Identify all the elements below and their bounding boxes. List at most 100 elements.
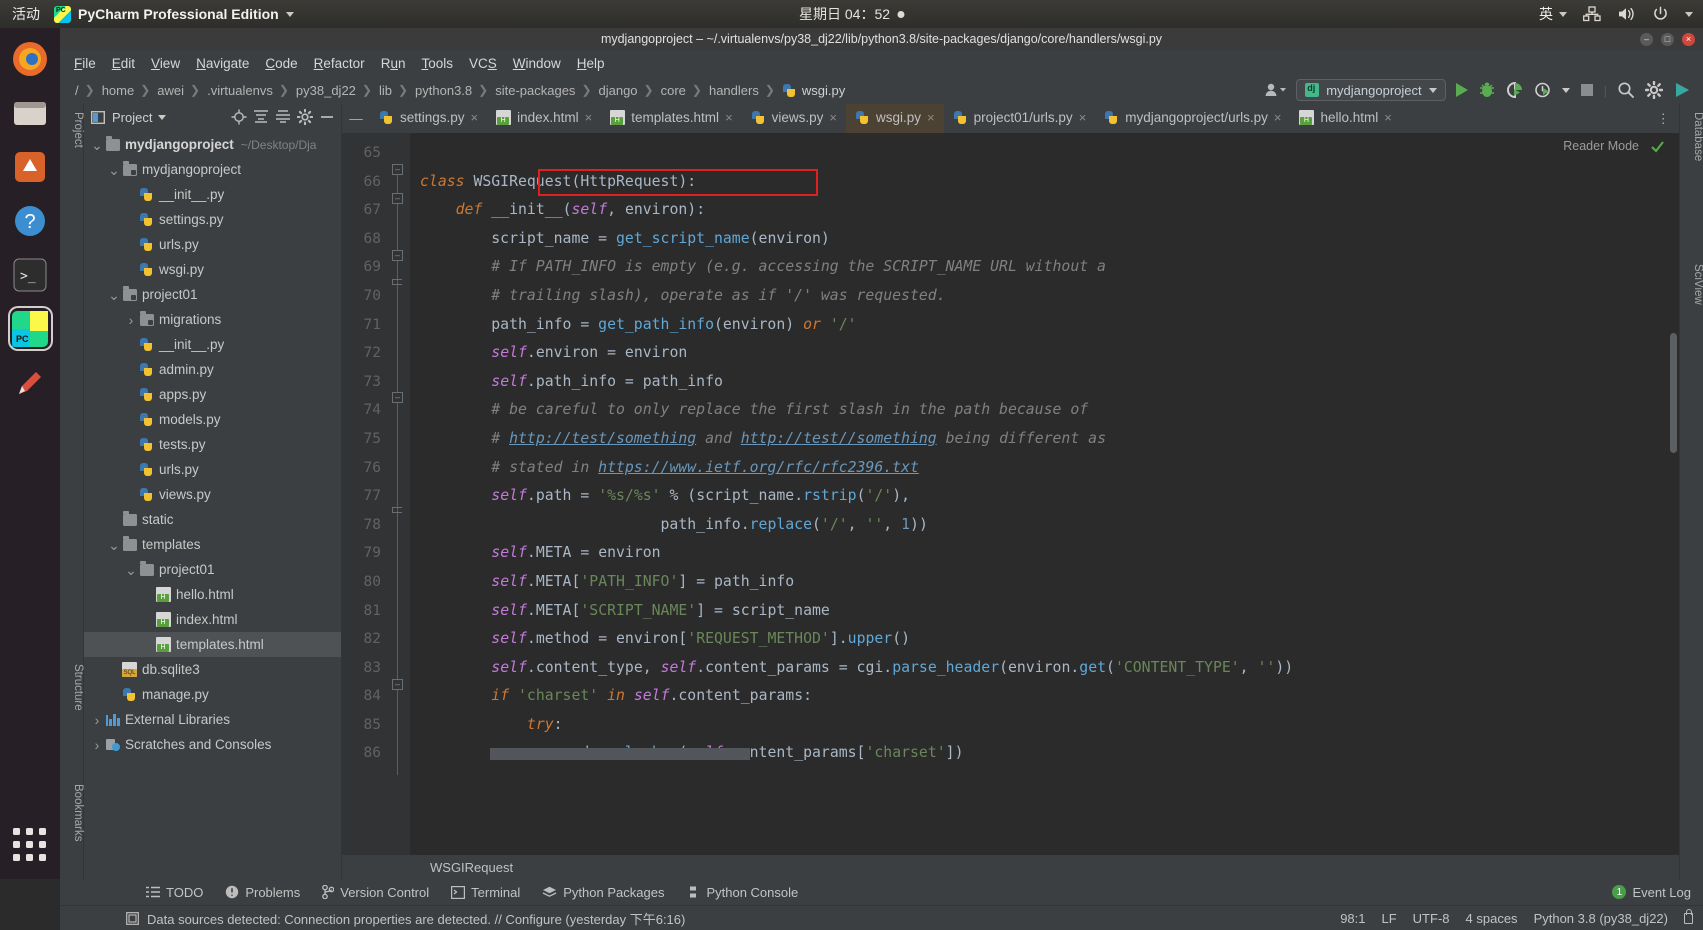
chevron-right-icon[interactable]: ›: [124, 312, 138, 328]
code-line[interactable]: self.META = environ: [410, 539, 1679, 568]
breadcrumb-root[interactable]: / ❯: [72, 83, 99, 98]
close-icon[interactable]: ×: [585, 110, 593, 125]
tree-item-scratches-and-consoles[interactable]: › Scratches and Consoles: [84, 732, 341, 757]
tool-button-python-packages[interactable]: Python Packages: [542, 885, 664, 900]
tree-item-migrations[interactable]: › migrations: [84, 307, 341, 332]
editor-tab-wsgi-py[interactable]: wsgi.py ×: [846, 104, 944, 133]
locate-icon[interactable]: [231, 109, 247, 125]
dock-item-help[interactable]: ?: [8, 198, 53, 243]
editor-tab-settings-py[interactable]: settings.py ×: [370, 104, 487, 133]
tree-item-settings-py[interactable]: settings.py: [84, 207, 341, 232]
line-separator[interactable]: LF: [1382, 911, 1397, 926]
tree-item-external-libraries[interactable]: › External Libraries: [84, 707, 341, 732]
code-line[interactable]: path_info.replace('/', '', 1)): [410, 511, 1679, 540]
search-button[interactable]: [1617, 81, 1635, 99]
editor-tab-index-html[interactable]: index.html ×: [487, 104, 601, 133]
power-icon[interactable]: [1652, 6, 1669, 22]
code-line[interactable]: [410, 139, 1679, 168]
tree-item-index-html[interactable]: index.html: [84, 607, 341, 632]
chevron-right-icon[interactable]: ›: [90, 712, 104, 728]
menu-file[interactable]: File: [74, 56, 96, 71]
editor-tab-project01-urls-py[interactable]: project01/urls.py ×: [944, 104, 1096, 133]
code-line[interactable]: self.META['SCRIPT_NAME'] = script_name: [410, 597, 1679, 626]
fold-marker[interactable]: –: [392, 679, 403, 690]
tree-item-urls-py[interactable]: urls.py: [84, 232, 341, 257]
tool-button-python-console[interactable]: Python Console: [686, 885, 798, 900]
collapse-all-icon[interactable]: [275, 109, 291, 125]
chevron-down-icon[interactable]: [1685, 11, 1693, 17]
input-method-indicator[interactable]: 英: [1539, 4, 1567, 24]
breadcrumb-lib[interactable]: lib ❯: [376, 83, 412, 98]
close-icon[interactable]: ×: [725, 110, 733, 125]
menu-view[interactable]: View: [151, 56, 180, 71]
inspection-status-icon[interactable]: [1650, 139, 1665, 154]
breadcrumb-django[interactable]: django ❯: [596, 83, 658, 98]
code-line[interactable]: path_info = get_path_info(environ) or '/…: [410, 311, 1679, 340]
menu-refactor[interactable]: Refactor: [314, 56, 365, 71]
tree-item-admin-py[interactable]: admin.py: [84, 357, 341, 382]
close-icon[interactable]: ×: [1274, 110, 1282, 125]
code-folding-column[interactable]: – – – – –: [388, 133, 410, 855]
menu-help[interactable]: Help: [577, 56, 605, 71]
code-line[interactable]: # http://test/something and http://test/…: [410, 425, 1679, 454]
code-line[interactable]: self.path = '%s/%s' % (script_name.rstri…: [410, 482, 1679, 511]
tool-button-version-control[interactable]: Version Control: [322, 885, 429, 900]
chevron-down-icon[interactable]: ⌄: [107, 538, 121, 552]
code-line[interactable]: try:: [410, 711, 1679, 740]
tool-button-sciview[interactable]: SciView: [1680, 264, 1703, 305]
tree-item-manage-py[interactable]: manage.py: [84, 682, 341, 707]
file-encoding[interactable]: UTF-8: [1413, 911, 1450, 926]
tree-item--init-py[interactable]: __init__.py: [84, 332, 341, 357]
maximize-button[interactable]: □: [1661, 32, 1674, 46]
tree-item--init-py[interactable]: __init__.py: [84, 182, 341, 207]
run-configuration-selector[interactable]: mydjangoproject: [1296, 79, 1446, 101]
tool-button-project[interactable]: Project: [60, 112, 84, 148]
tree-item-static[interactable]: static: [84, 507, 341, 532]
tool-button-structure[interactable]: Structure: [60, 664, 84, 711]
menu-tools[interactable]: Tools: [421, 56, 453, 71]
menu-navigate[interactable]: Navigate: [196, 56, 249, 71]
event-log-button[interactable]: 1 Event Log: [1612, 885, 1691, 900]
tree-item-apps-py[interactable]: apps.py: [84, 382, 341, 407]
network-icon[interactable]: [1583, 6, 1601, 22]
code-line[interactable]: # be careful to only replace the first s…: [410, 396, 1679, 425]
code-line[interactable]: class WSGIRequest(HttpRequest):: [410, 168, 1679, 197]
tree-item-templates[interactable]: ⌄ templates: [84, 532, 341, 557]
breadcrumb-wsgi-py[interactable]: wsgi.py: [779, 83, 848, 98]
tree-item-db-sqlite3[interactable]: db.sqlite3: [84, 657, 341, 682]
reader-mode-label[interactable]: Reader Mode: [1563, 139, 1639, 153]
breadcrumb-python38[interactable]: python3.8 ❯: [412, 83, 492, 98]
run-button[interactable]: [1455, 83, 1468, 97]
tool-button-problems[interactable]: Problems: [225, 885, 300, 900]
dock-item-software[interactable]: [8, 144, 53, 189]
dock-item-terminal[interactable]: >_: [8, 252, 53, 297]
tree-item-views-py[interactable]: views.py: [84, 482, 341, 507]
breadcrumb-sitepackages[interactable]: site-packages ❯: [492, 83, 595, 98]
tree-item-project01[interactable]: ⌄ project01: [84, 557, 341, 582]
close-icon[interactable]: ×: [927, 110, 935, 125]
caret-position[interactable]: 98:1: [1340, 911, 1365, 926]
tab-overflow-icon[interactable]: ⋮: [1652, 104, 1676, 133]
close-icon[interactable]: ×: [829, 110, 837, 125]
coverage-button[interactable]: [1506, 81, 1524, 99]
code-line[interactable]: self.META['PATH_INFO'] = path_info: [410, 568, 1679, 597]
tool-button-bookmarks[interactable]: Bookmarks: [60, 784, 84, 842]
tree-item-models-py[interactable]: models.py: [84, 407, 341, 432]
code-line[interactable]: def __init__(self, environ):: [410, 196, 1679, 225]
show-applications-button[interactable]: [8, 823, 52, 867]
code-line[interactable]: self.path_info = path_info: [410, 368, 1679, 397]
tree-item-wsgi-py[interactable]: wsgi.py: [84, 257, 341, 282]
fold-marker[interactable]: –: [392, 164, 403, 175]
breadcrumb-py38dj22[interactable]: py38_dj22 ❯: [293, 83, 376, 98]
breadcrumb-home[interactable]: home ❯: [99, 83, 155, 98]
close-button[interactable]: ×: [1682, 32, 1695, 46]
fold-marker[interactable]: –: [392, 392, 403, 403]
chevron-down-icon[interactable]: ⌄: [107, 288, 121, 302]
tool-button-database[interactable]: Database: [1680, 112, 1703, 161]
code-line[interactable]: self.environ = environ: [410, 339, 1679, 368]
tool-button-todo[interactable]: TODO: [146, 885, 203, 900]
code-editor[interactable]: 65 66 67 68 69 70 71 72 73 74 75 76 77 78 79 80 81 82 83 84…: [342, 133, 1679, 855]
chevron-down-icon[interactable]: ⌄: [107, 163, 121, 177]
code-line[interactable]: script_name = get_script_name(environ): [410, 225, 1679, 254]
tool-button-terminal[interactable]: Terminal: [451, 885, 520, 900]
